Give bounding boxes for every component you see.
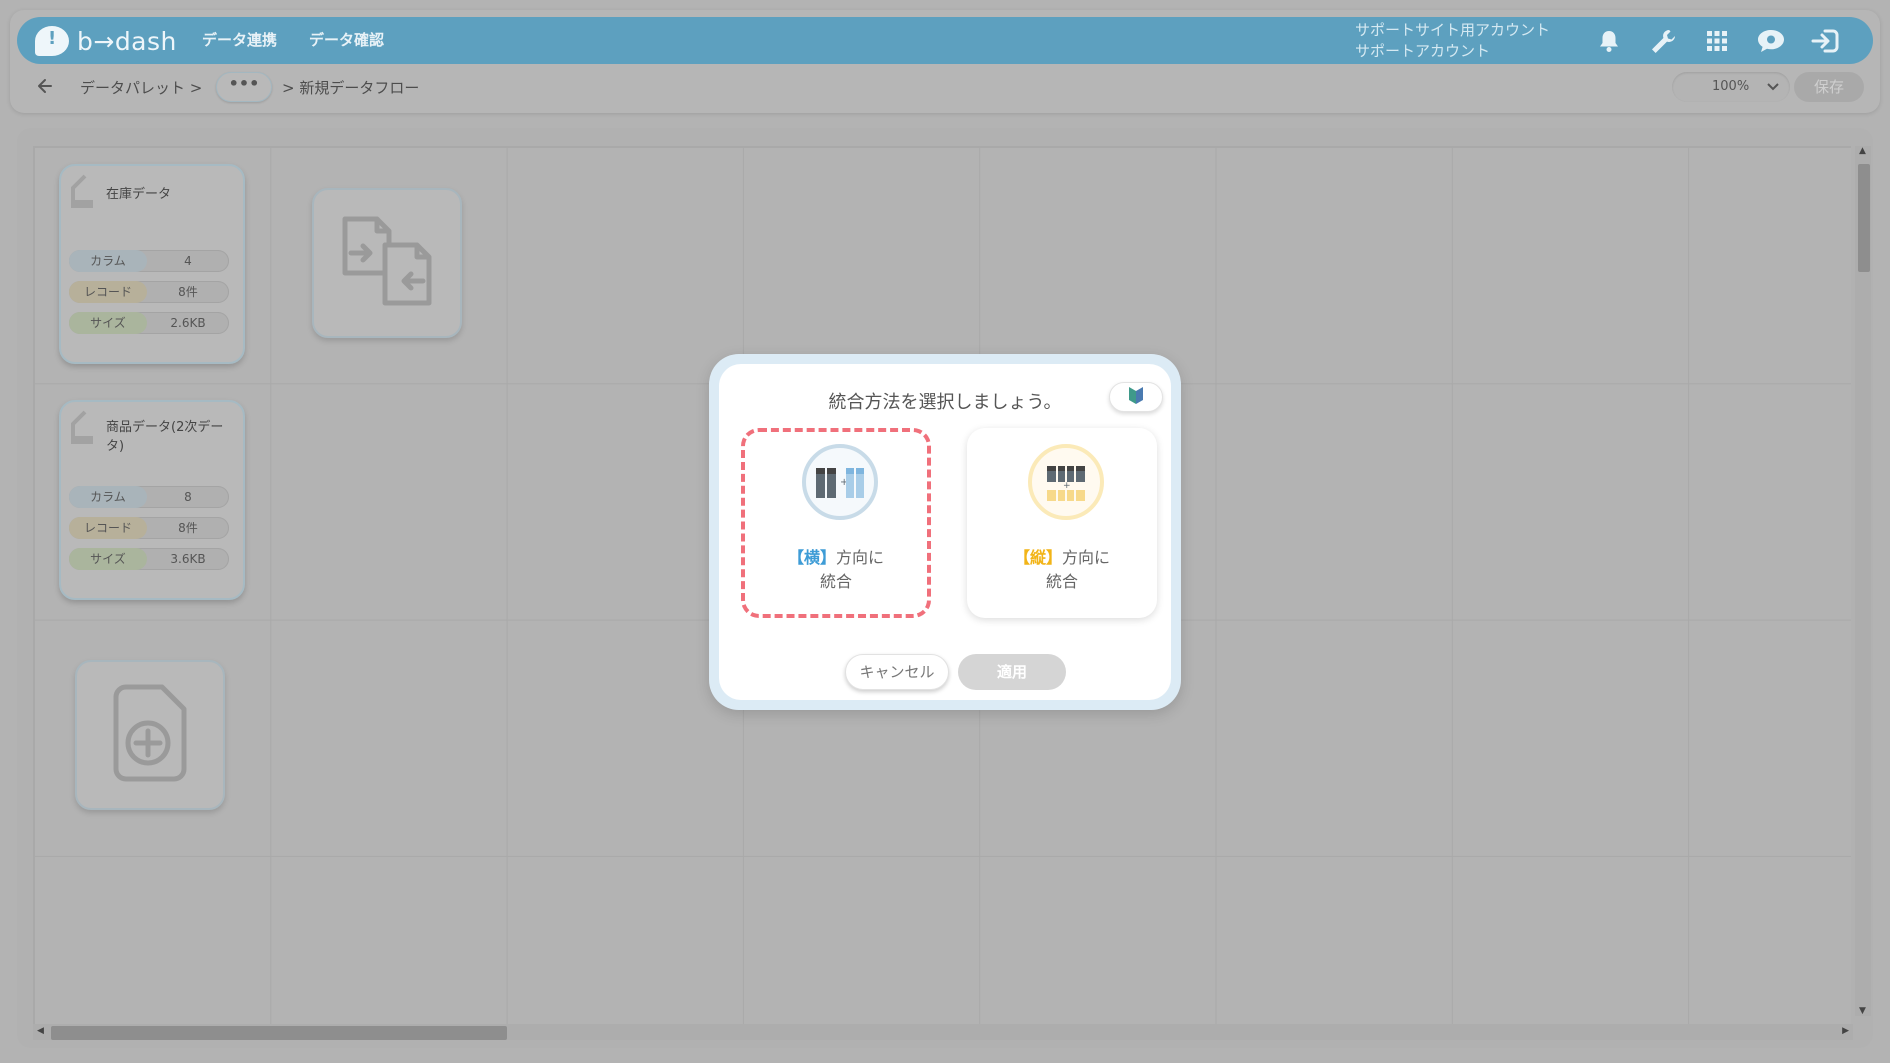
stat-value: 8件 (178, 285, 198, 299)
scroll-left-icon[interactable]: ◀ (37, 1026, 44, 1036)
top-nav-bar: b→dash データ連携 データ確認 サポートサイト用アカウント サポートアカウ… (17, 17, 1873, 64)
card-title: 商品データ(2次データ) (106, 420, 224, 454)
svg-text:+: + (1063, 481, 1071, 491)
option-vertical-merge[interactable]: + 【縦】方向に 統合 (967, 428, 1157, 618)
option-text-2: 統合 (1045, 572, 1078, 591)
merge-node-card[interactable] (312, 188, 462, 338)
stat-row-size: サイズ 3.6KB (69, 548, 229, 570)
stat-row-columns: カラム 4 (69, 250, 229, 272)
file-corner-icon (71, 410, 95, 446)
wrench-icon[interactable] (1636, 26, 1690, 56)
account-name: サポートサイト用アカウント (1355, 21, 1551, 39)
cancel-button[interactable]: キャンセル (845, 654, 949, 690)
zoom-select[interactable]: 100% (1672, 72, 1790, 102)
main-nav: データ連携 データ確認 (202, 29, 384, 50)
account-info[interactable]: サポートサイト用アカウント サポートアカウント (1355, 20, 1550, 62)
option-horizontal-merge[interactable]: + 【横】方向に 統合 (741, 428, 931, 618)
back-arrow-icon[interactable] (36, 75, 54, 101)
nav-data-integration[interactable]: データ連携 (202, 29, 277, 50)
stat-row-size: サイズ 2.6KB (69, 312, 229, 334)
horizontal-merge-icon: + (802, 444, 878, 520)
vertical-scroll-thumb[interactable] (1858, 164, 1870, 272)
breadcrumb-current: > 新規データフロー (282, 79, 420, 97)
vertical-merge-icon: + (1028, 444, 1104, 520)
stat-value: 8件 (178, 521, 198, 535)
beginner-hint-button[interactable] (1109, 382, 1163, 412)
save-button[interactable]: 保存 (1794, 72, 1864, 102)
file-corner-icon (71, 174, 95, 210)
breadcrumb-root[interactable]: データパレット > (80, 77, 202, 98)
stat-value: 2.6KB (170, 316, 206, 330)
stat-value: 4 (184, 254, 192, 268)
chat-icon[interactable] (1744, 26, 1798, 56)
stat-label: カラム (69, 486, 147, 508)
grid-icon[interactable] (1690, 26, 1744, 56)
add-data-card[interactable] (75, 660, 225, 810)
merge-method-dialog: 統合方法を選択しましょう。 + 【横】方向に 統合 + 【縦】方向に 統合 キャ… (709, 354, 1181, 710)
nav-data-check[interactable]: データ確認 (309, 29, 384, 50)
stat-label: カラム (69, 250, 147, 272)
dialog-title: 統合方法を選択しましょう。 (828, 392, 1062, 413)
scroll-up-icon[interactable]: ▲ (1859, 146, 1866, 156)
option-accent: 【横】 (787, 548, 836, 567)
option-label: 【縦】方向に 統合 (967, 546, 1157, 594)
option-text-2: 統合 (819, 572, 852, 591)
option-text: 方向に (1062, 548, 1111, 567)
chevron-down-icon (1766, 72, 1780, 114)
merge-files-icon (337, 213, 437, 313)
breadcrumb-bar: データパレット > ••• > 新規データフロー 100% 保存 (10, 67, 1880, 109)
stat-row-records: レコード 8件 (69, 281, 229, 303)
beginner-mark-icon (1128, 385, 1144, 409)
stat-label: サイズ (69, 312, 147, 334)
logo-mark-icon (35, 26, 69, 56)
account-user: サポートアカウント (1355, 42, 1491, 60)
stat-row-records: レコード 8件 (69, 517, 229, 539)
breadcrumb-more-button[interactable]: ••• (216, 72, 272, 102)
option-label: 【横】方向に 統合 (745, 546, 927, 594)
dialog-body: 統合方法を選択しましょう。 + 【横】方向に 統合 + 【縦】方向に 統合 キャ… (719, 364, 1171, 700)
option-text: 方向に (836, 548, 885, 567)
stat-value: 3.6KB (170, 552, 206, 566)
logo-text: b→dash (77, 26, 177, 56)
data-card-inventory[interactable]: 在庫データ カラム 4 レコード 8件 サイズ 2.6KB (59, 164, 245, 364)
scroll-right-icon[interactable]: ▶ (1842, 1026, 1849, 1036)
stat-value: 8 (184, 490, 192, 504)
scroll-down-icon[interactable]: ▼ (1859, 1006, 1866, 1016)
vertical-scrollbar[interactable]: ▲ ▼ (1855, 146, 1871, 1016)
logo[interactable]: b→dash (35, 23, 177, 59)
zoom-value: 100% (1712, 79, 1750, 94)
add-file-icon (108, 683, 192, 787)
stat-label: レコード (69, 281, 147, 303)
logout-icon[interactable] (1798, 26, 1852, 56)
option-accent: 【縦】 (1013, 548, 1062, 567)
data-card-product[interactable]: 商品データ(2次データ) カラム 8 レコード 8件 サイズ 3.6KB (59, 400, 245, 600)
top-icon-group (1582, 26, 1852, 56)
bell-icon[interactable] (1582, 26, 1636, 56)
card-title: 在庫データ (106, 187, 172, 202)
horizontal-scroll-thumb[interactable] (51, 1026, 507, 1040)
stat-label: サイズ (69, 548, 147, 570)
stat-label: レコード (69, 517, 147, 539)
horizontal-scrollbar[interactable]: ◀ ▶ (33, 1024, 1853, 1040)
stat-row-columns: カラム 8 (69, 486, 229, 508)
apply-button[interactable]: 適用 (958, 654, 1066, 690)
